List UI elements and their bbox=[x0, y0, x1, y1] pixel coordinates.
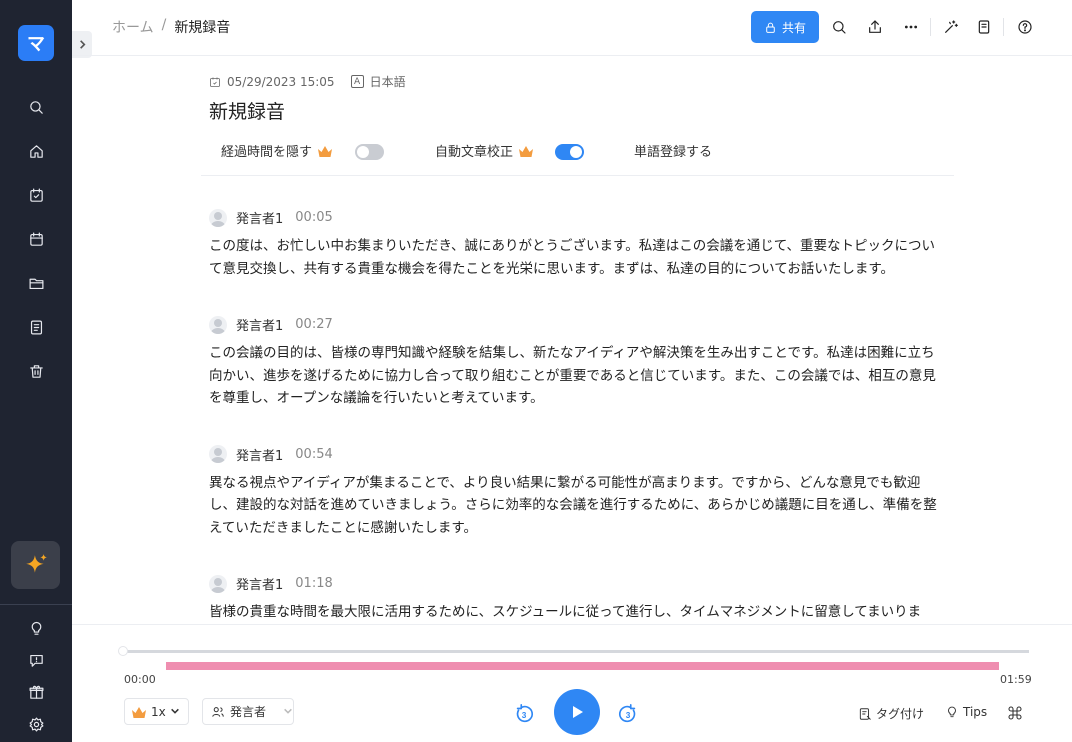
playback-speed-select[interactable]: 1x bbox=[124, 698, 189, 725]
hide-elapsed-option: 経過時間を隠す bbox=[221, 141, 333, 160]
document-language[interactable]: 日本語 bbox=[370, 73, 406, 90]
speaker-name[interactable]: 発言者1 bbox=[236, 445, 283, 464]
playback-speed-value: 1x bbox=[151, 704, 166, 719]
play-icon bbox=[573, 706, 583, 718]
skip-forward-seconds: 3 bbox=[626, 711, 631, 720]
shortcuts-button[interactable] bbox=[1007, 705, 1023, 721]
lightbulb-icon bbox=[948, 706, 956, 718]
tips-label: Tips bbox=[963, 705, 988, 719]
search-icon[interactable] bbox=[24, 95, 48, 119]
auto-correct-toggle[interactable] bbox=[555, 144, 584, 160]
folder-icon[interactable] bbox=[24, 271, 48, 295]
chevron-down-icon bbox=[283, 705, 293, 719]
calendar-icon[interactable] bbox=[24, 227, 48, 251]
ai-assistant-button[interactable] bbox=[11, 541, 60, 589]
lightbulb-icon[interactable] bbox=[24, 616, 48, 640]
auto-correct-label: 自動文章校正 bbox=[435, 145, 514, 160]
speaker-name[interactable]: 発言者1 bbox=[236, 574, 283, 593]
progress-handle[interactable] bbox=[118, 646, 128, 656]
lock-icon bbox=[766, 22, 775, 33]
tag-icon bbox=[859, 707, 871, 720]
transcript-segment: 発言者1 01:18 皆様の貴重な時間を最大限に活用するために、スケジュールに従… bbox=[209, 566, 943, 624]
segment-time[interactable]: 01:18 bbox=[295, 576, 332, 591]
settings-icon[interactable] bbox=[24, 712, 48, 736]
options-divider bbox=[201, 175, 954, 176]
total-time: 01:59 bbox=[1000, 673, 1032, 686]
search-icon[interactable] bbox=[828, 16, 850, 38]
top-bar: ホーム / 新規録音 共有 bbox=[72, 0, 1072, 56]
document-meta: 05/29/2023 15:05 A 日本語 bbox=[209, 73, 406, 90]
breadcrumb-separator: / bbox=[161, 17, 167, 33]
skip-back-seconds: 3 bbox=[522, 711, 527, 720]
segment-time[interactable]: 00:27 bbox=[295, 317, 332, 332]
segment-text[interactable]: 異なる視点やアイディアが集まることで、より良い結果に繋がる可能性が高まります。で… bbox=[209, 472, 943, 540]
share-button-label: 共有 bbox=[781, 20, 806, 35]
tag-button[interactable]: タグ付け bbox=[858, 705, 924, 722]
toolbar-separator bbox=[930, 18, 931, 36]
more-icon[interactable] bbox=[900, 16, 922, 38]
breadcrumb-current: 新規録音 bbox=[174, 20, 231, 36]
toolbar-separator bbox=[1003, 18, 1004, 36]
document-date: 05/29/2023 15:05 bbox=[227, 74, 335, 89]
tag-label: タグ付け bbox=[876, 707, 925, 721]
sidebar: マ bbox=[0, 0, 72, 742]
speaker-avatar bbox=[209, 574, 227, 593]
speaker-filter-select[interactable]: 発言者 bbox=[202, 698, 294, 725]
speaker-filter-label: 発言者 bbox=[230, 705, 267, 719]
speaker-name[interactable]: 発言者1 bbox=[236, 208, 283, 227]
home-icon[interactable] bbox=[24, 139, 48, 163]
sidebar-divider bbox=[0, 604, 72, 605]
progress-track[interactable] bbox=[125, 650, 1029, 653]
command-icon bbox=[1008, 706, 1022, 720]
feedback-icon[interactable] bbox=[24, 648, 48, 672]
transcript-segment: 発言者1 00:54 異なる視点やアイディアが集まることで、より良い結果に繋がる… bbox=[209, 437, 943, 540]
document-icon[interactable] bbox=[24, 315, 48, 339]
crown-icon bbox=[132, 706, 146, 718]
audio-player: 00:00 01:59 1x 発言者 3 3 タグ付け Tips bbox=[72, 624, 1072, 742]
gift-icon[interactable] bbox=[24, 680, 48, 704]
rewind-3-icon: 3 bbox=[516, 704, 534, 723]
segment-text[interactable]: この会議の目的は、皆様の専門知識や経験を結集し、新たなアイディアや解決策を生み出… bbox=[209, 342, 943, 410]
crown-icon bbox=[519, 145, 534, 157]
auto-correct-option: 自動文章校正 bbox=[435, 141, 534, 160]
document-title[interactable]: 新規録音 bbox=[209, 97, 285, 124]
transcript: 発言者1 00:05 この度は、お忙しい中お集まりいただき、誠にありがとうござい… bbox=[209, 200, 943, 624]
magic-wand-icon[interactable] bbox=[940, 16, 962, 38]
transcript-segment: 発言者1 00:27 この会議の目的は、皆様の専門知識や経験を結集し、新たなアイ… bbox=[209, 307, 943, 410]
help-icon[interactable] bbox=[1014, 16, 1036, 38]
speaker-name[interactable]: 発言者1 bbox=[236, 315, 283, 334]
segment-text[interactable]: この度は、お忙しい中お集まりいただき、誠にありがとうございます。私達はこの会議を… bbox=[209, 235, 943, 280]
trash-icon[interactable] bbox=[24, 359, 48, 383]
play-button[interactable] bbox=[554, 689, 600, 735]
sparkle-icon bbox=[25, 554, 47, 573]
calendar-check-icon[interactable] bbox=[24, 183, 48, 207]
speaker-avatar bbox=[209, 315, 227, 334]
speech-timeline[interactable] bbox=[166, 662, 999, 670]
app-logo[interactable]: マ bbox=[18, 25, 54, 61]
skip-forward-button[interactable]: 3 bbox=[617, 703, 639, 725]
share-button[interactable]: 共有 bbox=[751, 11, 819, 43]
chevron-down-icon bbox=[170, 705, 180, 719]
segment-time[interactable]: 00:54 bbox=[295, 447, 332, 462]
word-register-link[interactable]: 単語登録する bbox=[634, 141, 712, 160]
transcript-segment: 発言者1 00:05 この度は、お忙しい中お集まりいただき、誠にありがとうござい… bbox=[209, 200, 943, 280]
skip-back-button[interactable]: 3 bbox=[513, 703, 535, 725]
segment-text[interactable]: 皆様の貴重な時間を最大限に活用するために、スケジュールに従って進行し、タイムマネ… bbox=[209, 601, 943, 624]
segment-time[interactable]: 00:05 bbox=[295, 210, 332, 225]
tips-button[interactable]: Tips bbox=[945, 705, 987, 719]
current-time: 00:00 bbox=[124, 673, 156, 686]
hide-elapsed-toggle[interactable] bbox=[355, 144, 384, 160]
hide-elapsed-label: 経過時間を隠す bbox=[221, 145, 313, 160]
calendar-icon bbox=[210, 77, 220, 87]
forward-3-icon: 3 bbox=[618, 704, 636, 723]
breadcrumb-home[interactable]: ホーム bbox=[112, 17, 154, 37]
language-icon: A bbox=[350, 75, 364, 88]
export-icon[interactable] bbox=[864, 16, 886, 38]
crown-icon bbox=[318, 145, 333, 157]
notes-icon[interactable] bbox=[973, 16, 995, 38]
breadcrumb: ホーム / 新規録音 bbox=[112, 17, 230, 37]
speaker-avatar bbox=[209, 445, 227, 463]
users-icon bbox=[212, 706, 224, 717]
speaker-avatar bbox=[209, 208, 227, 227]
